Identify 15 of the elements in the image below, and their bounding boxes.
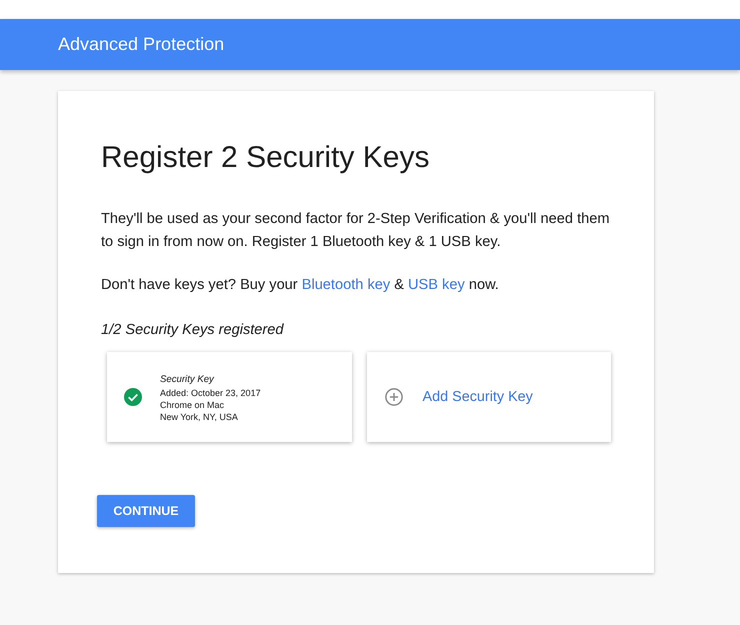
continue-button[interactable]: CONTINUE bbox=[97, 495, 195, 527]
check-circle-icon bbox=[124, 388, 142, 406]
app-title: Advanced Protection bbox=[58, 34, 224, 55]
registration-status: 1/2 Security Keys registered bbox=[101, 321, 285, 340]
buy-keys-text: Don't have keys yet? Buy your Bluetooth key & USB key now. bbox=[101, 276, 500, 295]
plus-circle-icon bbox=[384, 388, 402, 406]
add-security-key-button[interactable]: Add Security Key bbox=[366, 352, 611, 442]
buy-key-link[interactable]: USB key bbox=[408, 277, 465, 293]
key-detail: Chrome on Mac bbox=[160, 398, 226, 410]
key-title: Security Key bbox=[160, 372, 215, 386]
buy-key-link[interactable]: Bluetooth key bbox=[302, 277, 390, 293]
page-heading: Register 2 Security Keys bbox=[101, 140, 430, 176]
key-detail: New York, NY, USA bbox=[160, 410, 239, 422]
description-text: They'll be used as your second factor for 2-Step Verification & you'll need them to sign in from now on. Register 1 Bluetooth key & 1 USB key. bbox=[101, 210, 611, 252]
key-detail: Added: October 23, 2017 bbox=[160, 386, 261, 398]
